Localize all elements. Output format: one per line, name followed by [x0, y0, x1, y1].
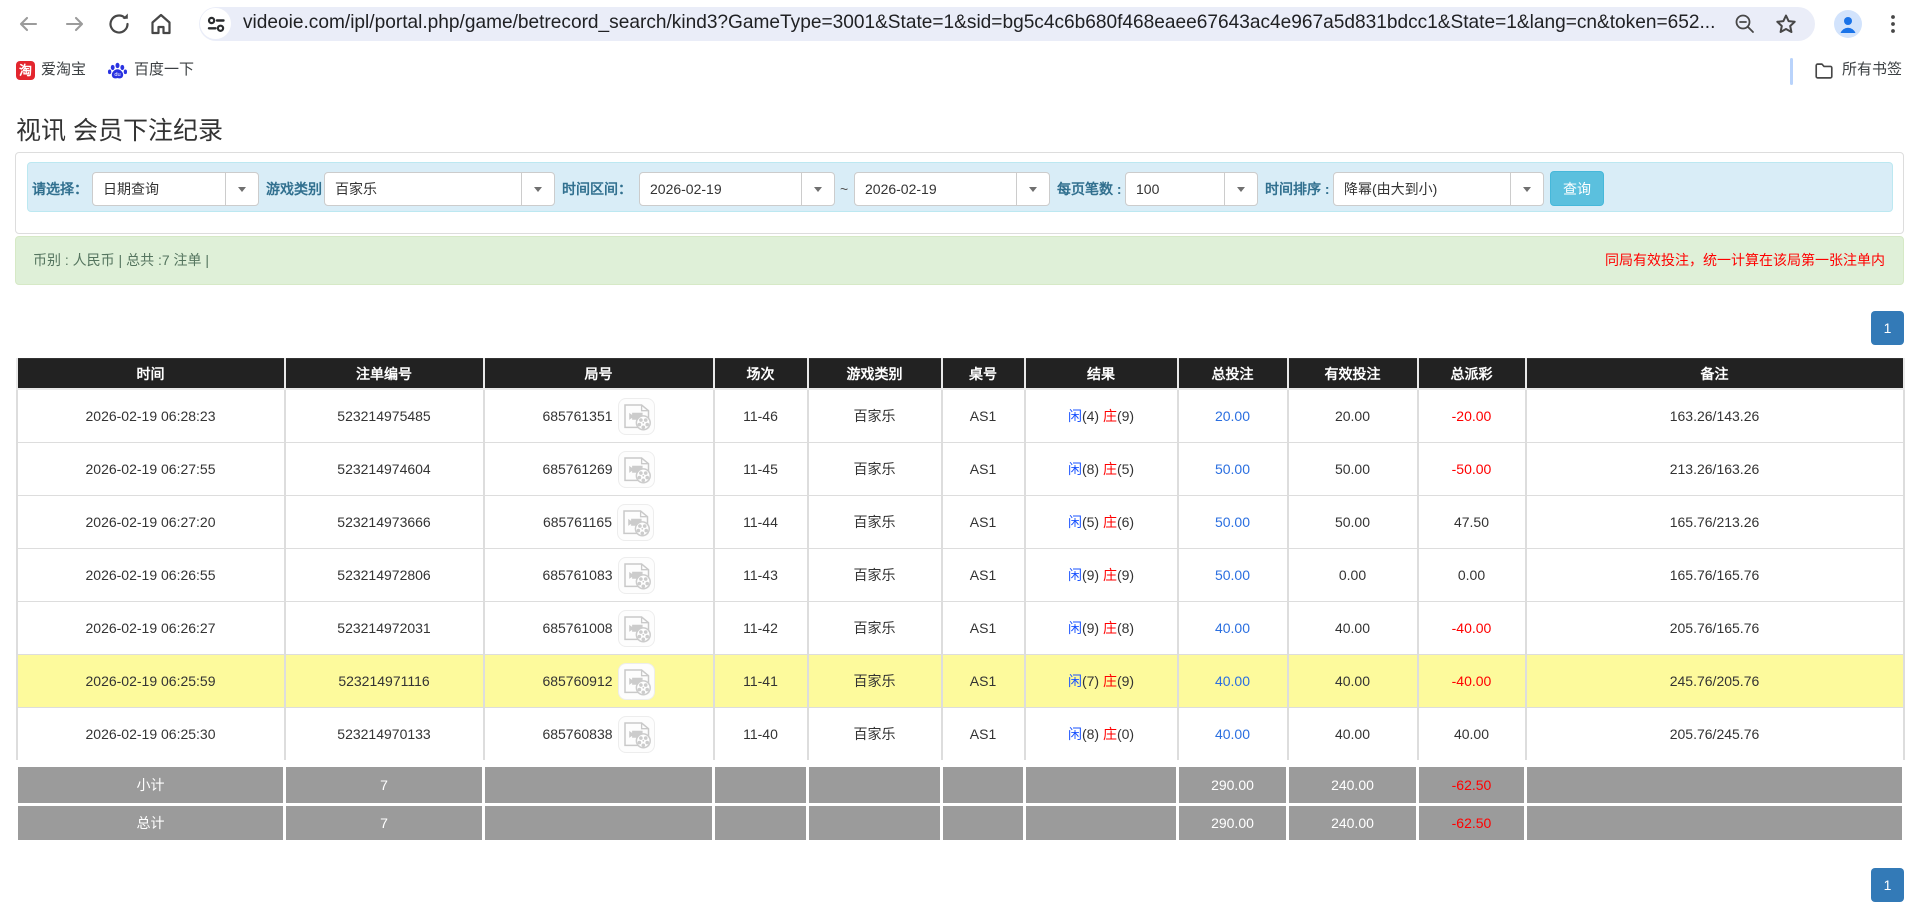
svg-text:du: du — [114, 72, 120, 78]
